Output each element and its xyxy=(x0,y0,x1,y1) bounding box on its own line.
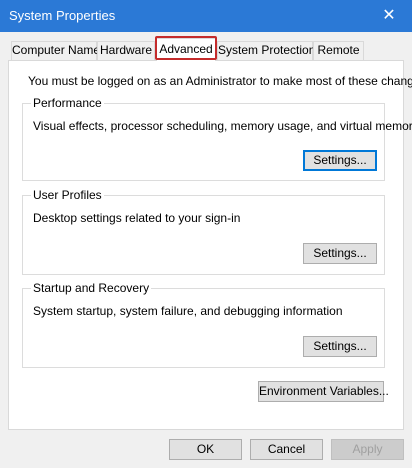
tab-remote[interactable]: Remote xyxy=(313,41,364,60)
tab-label: System Protection xyxy=(218,43,316,57)
apply-button[interactable]: Apply xyxy=(331,439,404,460)
environment-variables-button[interactable]: Environment Variables... xyxy=(258,381,389,402)
startup-recovery-group-title: Startup and Recovery xyxy=(31,281,152,295)
user-profiles-group-title: User Profiles xyxy=(31,188,104,202)
startup-recovery-group: Startup and Recovery System startup, sys… xyxy=(22,281,385,368)
tab-label: Remote xyxy=(317,43,360,57)
startup-recovery-settings-button[interactable]: Settings... xyxy=(303,336,377,357)
performance-settings-button[interactable]: Settings... xyxy=(303,150,377,171)
tab-hardware[interactable]: Hardware xyxy=(97,41,155,60)
admin-notice: You must be logged on as an Administrato… xyxy=(28,74,412,88)
system-properties-window: System Properties ✕ Computer Name Hardwa… xyxy=(0,0,412,468)
tab-label: Computer Name xyxy=(12,43,101,57)
advanced-tab-panel: You must be logged on as an Administrato… xyxy=(8,60,412,430)
performance-description: Visual effects, processor scheduling, me… xyxy=(33,119,412,133)
cancel-button[interactable]: Cancel xyxy=(250,439,323,460)
tab-computer-name[interactable]: Computer Name xyxy=(11,41,101,60)
window-title: System Properties xyxy=(9,8,116,23)
user-profiles-description: Desktop settings related to your sign-in xyxy=(33,211,241,225)
active-tab-highlight xyxy=(155,36,217,60)
tab-label: Hardware xyxy=(99,43,153,57)
performance-group: Performance Visual effects, processor sc… xyxy=(22,96,412,181)
ok-button[interactable]: OK xyxy=(169,439,242,460)
user-profiles-settings-button[interactable]: Settings... xyxy=(303,243,377,264)
user-profiles-group: User Profiles Desktop settings related t… xyxy=(22,188,385,275)
tab-system-protection[interactable]: System Protection xyxy=(217,41,316,60)
close-icon[interactable]: ✕ xyxy=(366,0,412,32)
performance-group-title: Performance xyxy=(31,96,104,110)
startup-recovery-description: System startup, system failure, and debu… xyxy=(33,304,343,318)
title-bar[interactable]: System Properties ✕ xyxy=(0,0,412,32)
dialog-footer: OK Cancel Apply xyxy=(0,430,412,468)
